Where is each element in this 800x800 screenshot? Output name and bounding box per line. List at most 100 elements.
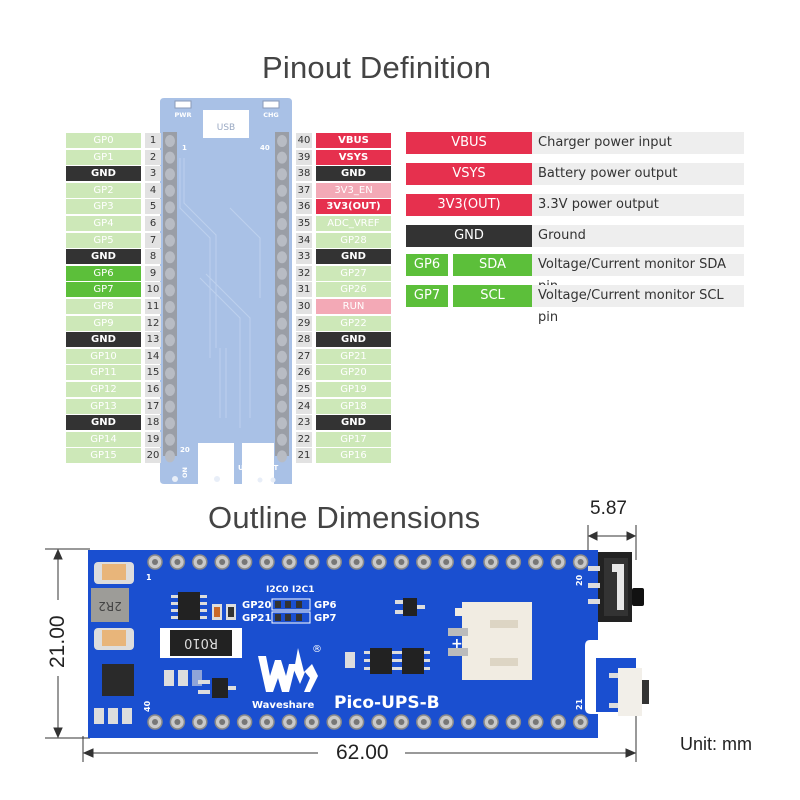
- svg-text:Pico-UPS-B: Pico-UPS-B: [334, 693, 440, 713]
- unit-label: Unit: mm: [680, 734, 752, 754]
- pinout-title: Pinout Definition: [262, 50, 492, 85]
- left-pin-label: GND: [66, 332, 141, 347]
- right-pin-number: 30: [296, 299, 312, 314]
- right-pin-label: GP20: [316, 365, 391, 380]
- boot-pad: [257, 477, 263, 483]
- left-pin-label: GP9: [66, 316, 141, 331]
- right-pin-number: 36: [296, 199, 312, 214]
- svg-text:GP20: GP20: [242, 600, 271, 611]
- left-pin-label: GND: [66, 415, 141, 430]
- left-pin-label: GP11: [66, 365, 141, 380]
- right-pin-label: GP28: [316, 233, 391, 248]
- left-pin-number: 16: [145, 382, 161, 397]
- right-pin-number: 24: [296, 399, 312, 414]
- right-pin-label: GP22: [316, 316, 391, 331]
- pico-board-illustration: USB PWR CHG 1 40 20 21 UPS BOOT ON OFF: [160, 98, 292, 484]
- header-pad: [165, 251, 175, 264]
- right-pin-number: 31: [296, 282, 312, 297]
- width-dimension: 62.00: [336, 741, 389, 764]
- header-pad: [277, 168, 287, 181]
- left-pin-label: GP0: [66, 133, 141, 148]
- header-pad: [165, 234, 175, 247]
- svg-text:GP7: GP7: [314, 613, 337, 624]
- header-pad: [165, 367, 175, 380]
- left-pin-number: 5: [145, 199, 161, 214]
- right-pin-label: GND: [316, 332, 391, 347]
- legend-key: VSYS: [406, 163, 532, 185]
- header-pad: [165, 301, 175, 313]
- outline-drawing: 2R2 I2C0 I2C1 GP20 GP21 GP6 GP7 1 40 20 …: [45, 525, 649, 762]
- header-pad: [165, 284, 175, 297]
- arrow-left-icon: [82, 748, 94, 758]
- left-pin-number: 18: [145, 415, 161, 430]
- header-pad: [165, 350, 175, 363]
- right-pin-label: VBUS: [316, 133, 391, 148]
- right-pin-number: 39: [296, 150, 312, 165]
- header-pad: [277, 301, 287, 313]
- header-pad: [277, 334, 287, 347]
- header-pad: [165, 384, 175, 396]
- right-pin-number: 21: [296, 448, 312, 463]
- arrow-left-icon: [587, 531, 598, 541]
- right-pin-label: GP18: [316, 399, 391, 414]
- svg-text:20: 20: [575, 574, 584, 586]
- legend-key: VBUS: [406, 132, 532, 154]
- header-pad: [165, 201, 175, 214]
- header-pad: [165, 135, 175, 147]
- header-pad: [277, 433, 287, 446]
- chg-led-icon: [262, 100, 280, 109]
- left-pin-label: GP10: [66, 349, 141, 364]
- header-pad: [165, 417, 175, 430]
- right-pin-label: GND: [316, 415, 391, 430]
- switch-pad-on: [172, 476, 178, 482]
- right-pin-number: 38: [296, 166, 312, 181]
- left-pin-label: GP5: [66, 233, 141, 248]
- header-pad: [277, 218, 287, 230]
- header-pad: [277, 151, 287, 164]
- left-pin-number: 2: [145, 150, 161, 165]
- left-pin-label: GP6: [66, 266, 141, 281]
- left-pin-label: GP13: [66, 399, 141, 414]
- legend-key-function: SDA: [453, 254, 532, 276]
- right-pin-label: GP26: [316, 282, 391, 297]
- arrow-down-icon: [53, 727, 63, 739]
- svg-text:1: 1: [182, 144, 187, 152]
- left-pin-number: 13: [145, 332, 161, 347]
- svg-text:CHG: CHG: [263, 111, 279, 119]
- right-pin-number: 27: [296, 349, 312, 364]
- right-pin-number: 33: [296, 249, 312, 264]
- left-pin-label: GP8: [66, 299, 141, 314]
- left-pin-number: 6: [145, 216, 161, 231]
- left-pin-label: GP15: [66, 448, 141, 463]
- height-dimension: 21.00: [46, 615, 69, 668]
- right-pin-label: GP19: [316, 382, 391, 397]
- header-pad: [277, 251, 287, 264]
- svg-text:UPS BOOT: UPS BOOT: [238, 464, 279, 472]
- left-pin-number: 9: [145, 266, 161, 281]
- left-pin-label: GP3: [66, 199, 141, 214]
- svg-text:OFF: OFF: [197, 466, 205, 480]
- left-pin-number: 15: [145, 365, 161, 380]
- header-pad: [165, 267, 175, 280]
- header-pad: [165, 317, 175, 330]
- left-pin-number: 1: [145, 133, 161, 148]
- header-pad: [165, 400, 175, 413]
- right-pin-label: GND: [316, 166, 391, 181]
- right-pin-label: VSYS: [316, 150, 391, 165]
- right-pin-number: 32: [296, 266, 312, 281]
- legend-description: Battery power output: [532, 163, 744, 185]
- right-pin-number: 34: [296, 233, 312, 248]
- right-pin-number: 35: [296, 216, 312, 231]
- right-pin-label: GP27: [316, 266, 391, 281]
- right-pin-label: RUN: [316, 299, 391, 314]
- svg-text:2R2: 2R2: [98, 599, 122, 613]
- legend-description: Ground: [532, 225, 744, 247]
- right-pin-number: 40: [296, 133, 312, 148]
- right-pin-number: 28: [296, 332, 312, 347]
- right-pin-label: GND: [316, 249, 391, 264]
- header-pad: [277, 417, 287, 430]
- legend-key-pin: GP7: [406, 285, 448, 307]
- offset-dimension: 5.87: [590, 498, 627, 519]
- legend-description: Voltage/Current monitor SDA pin: [532, 254, 744, 294]
- usb-label: USB: [217, 123, 235, 133]
